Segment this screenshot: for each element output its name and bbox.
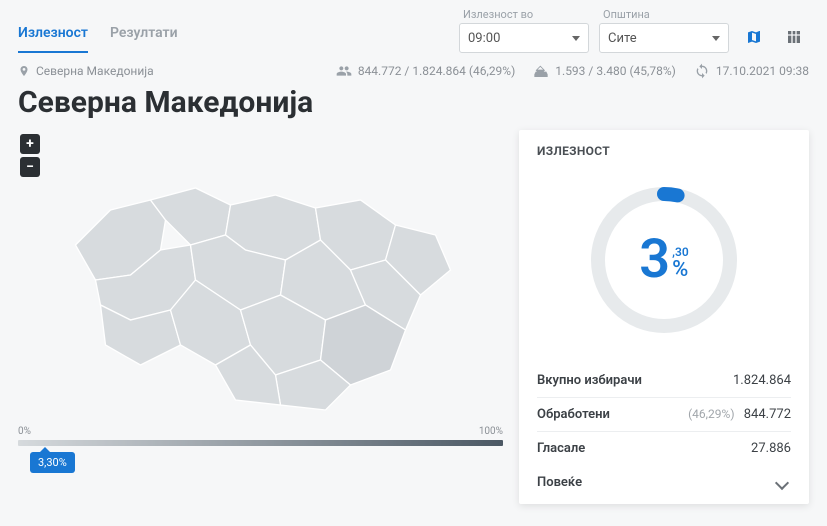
- map-icon: [746, 29, 762, 45]
- legend-max: 100%: [479, 426, 503, 437]
- legend-min: 0%: [18, 426, 31, 437]
- table-icon: [786, 29, 802, 45]
- time-select-label: Излезност во: [459, 8, 589, 21]
- row-total-voters: Вкупно избирачи 1.824.864: [537, 364, 791, 398]
- time-select-value: 09:00: [468, 31, 500, 46]
- zoom-in-button[interactable]: +: [20, 134, 40, 154]
- percent-symbol: %: [672, 259, 689, 281]
- municipality-select[interactable]: Сите: [599, 23, 729, 53]
- map-view-button[interactable]: [739, 22, 769, 52]
- turnout-card: ИЗЛЕЗНОСТ 3 ,30 % Вкупно избирачи: [519, 130, 809, 504]
- zoom-out-button[interactable]: −: [20, 157, 40, 177]
- ballot-icon: [533, 63, 549, 79]
- caret-down-icon: [712, 36, 720, 41]
- legend-tooltip: 3,30%: [30, 452, 75, 473]
- breadcrumb: Северна Македонија: [36, 64, 154, 78]
- pin-icon: [18, 65, 30, 77]
- voters-stat: 844.772 / 1.824.864 (46,29%): [358, 64, 515, 78]
- people-icon: [336, 63, 352, 79]
- card-title: ИЗЛЕЗНОСТ: [537, 144, 791, 158]
- tab-turnout[interactable]: Излезност: [18, 25, 88, 53]
- time-select[interactable]: 09:00: [459, 23, 589, 53]
- row-processed: Обработени (46,29%) 844.772: [537, 398, 791, 432]
- map-legend: 0% 100% 3,30%: [18, 440, 503, 446]
- municipality-select-value: Сите: [608, 31, 637, 46]
- table-view-button[interactable]: [779, 22, 809, 52]
- update-icon: [694, 63, 710, 79]
- turnout-donut: 3 ,30 %: [584, 180, 744, 340]
- more-toggle[interactable]: Повеќе: [537, 465, 791, 490]
- caret-down-icon: [572, 36, 580, 41]
- page-title: Северна Македонија: [0, 85, 827, 130]
- stations-stat: 1.593 / 3.480 (45,78%): [555, 64, 676, 78]
- choropleth-map[interactable]: [18, 130, 503, 430]
- updated-stat: 17.10.2021 09:38: [716, 64, 809, 78]
- legend-gradient: [18, 440, 503, 446]
- municipality-select-label: Општина: [599, 8, 729, 21]
- tab-results[interactable]: Резултати: [110, 25, 178, 53]
- chevron-down-icon: [775, 475, 789, 489]
- percent-integer: 3: [639, 233, 670, 287]
- row-voted: Гласале 27.886: [537, 432, 791, 465]
